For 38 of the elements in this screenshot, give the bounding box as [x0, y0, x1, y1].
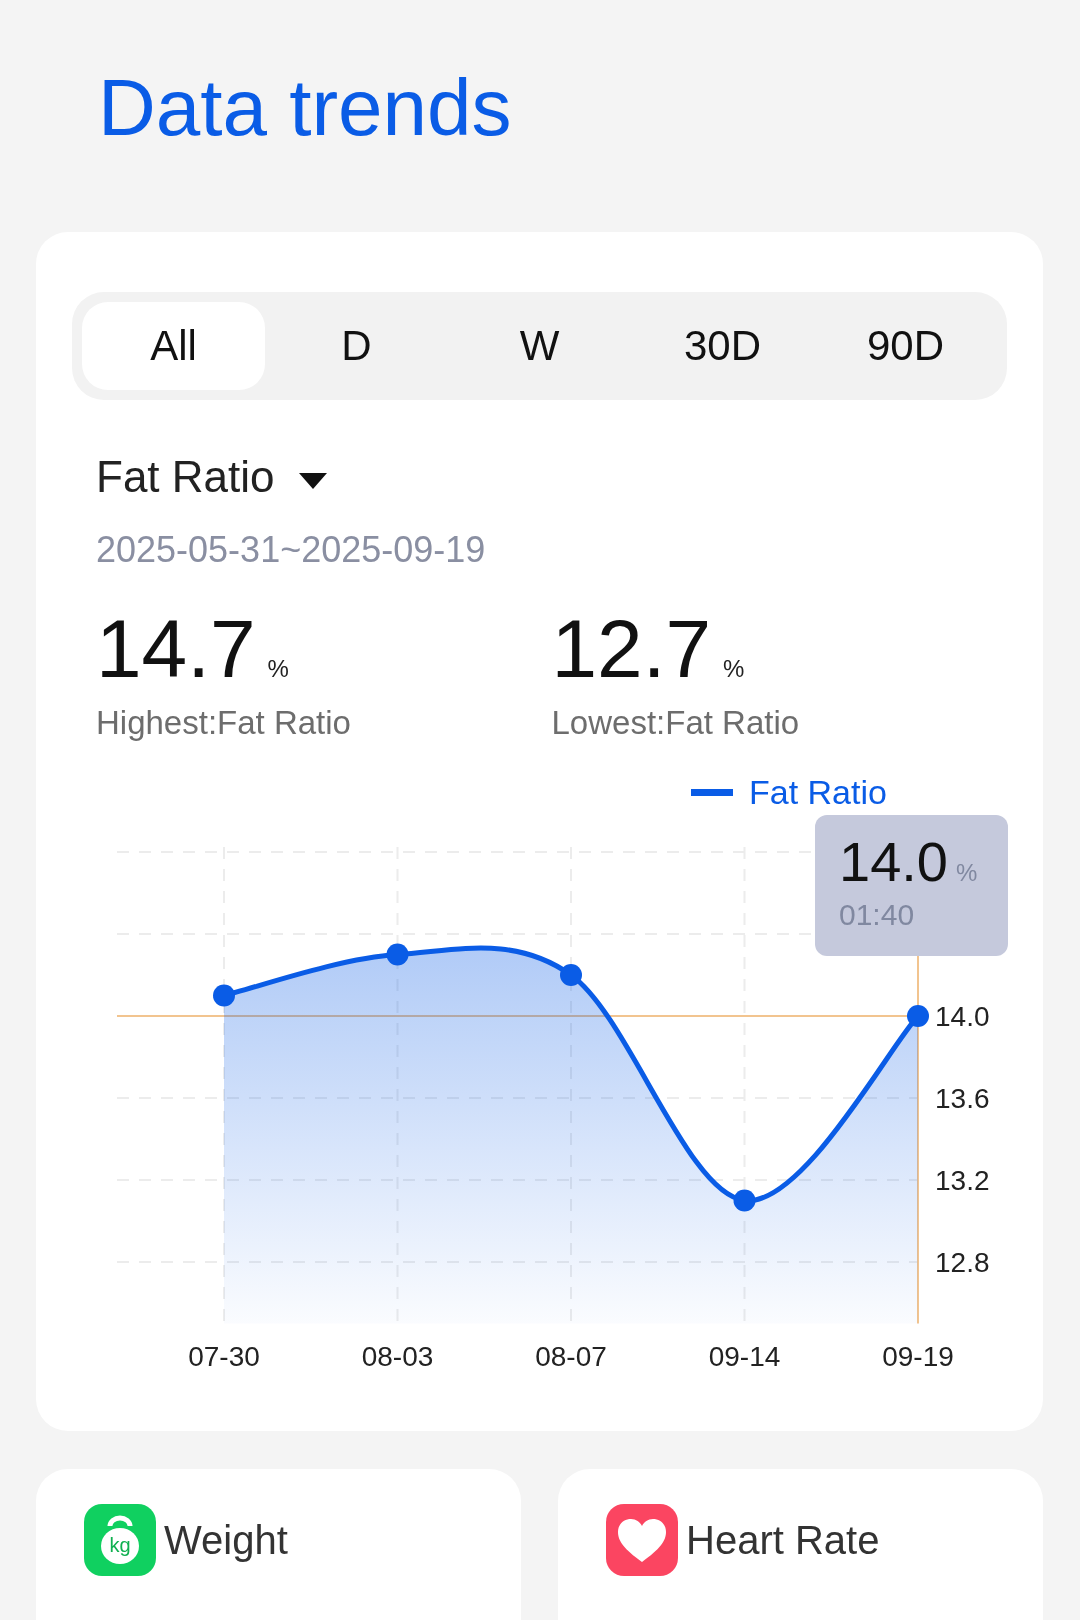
stat-value: 12.7 — [551, 606, 712, 692]
data-point[interactable] — [733, 1189, 756, 1212]
x-tick-label: 08-07 — [535, 1341, 607, 1372]
y-tick-label: 12.8 — [935, 1247, 990, 1278]
stat-unit: % — [267, 655, 289, 683]
x-tick-label: 07-30 — [188, 1341, 260, 1372]
metric-card[interactable]: Heart Rate — [558, 1469, 1043, 1620]
date-range: 2025-05-31~2025-09-19 — [96, 529, 487, 571]
stat-label: Lowest:Fat Ratio — [551, 704, 801, 742]
period-tab[interactable]: 90D — [814, 302, 997, 390]
kettlebell-icon: kg — [84, 1504, 156, 1576]
metric-dropdown[interactable]: Fat Ratio — [96, 452, 327, 502]
caret-icon — [298, 473, 327, 489]
y-tick-label: 14.0 — [935, 1001, 990, 1032]
x-tick-label: 08-03 — [361, 1341, 434, 1372]
x-tick-label: 09-14 — [708, 1341, 781, 1372]
period-tab[interactable]: All — [82, 302, 265, 390]
tooltip-unit: % — [956, 859, 978, 886]
stat-unit: % — [723, 655, 745, 683]
metric-card[interactable]: kg Weight — [36, 1469, 521, 1620]
legend-label: Fat Ratio — [749, 773, 887, 812]
data-point[interactable] — [213, 984, 235, 1007]
y-tick-label: 13.6 — [935, 1083, 990, 1114]
tooltip-time: 01:40 — [839, 898, 916, 932]
x-tick-label: 09-19 — [882, 1341, 954, 1372]
data-point[interactable] — [560, 964, 582, 986]
stat-value: 14.7 — [96, 606, 256, 692]
page-title: Data trends — [97, 62, 513, 154]
card-title: Weight — [164, 1517, 288, 1563]
card-title: Heart Rate — [686, 1517, 880, 1563]
data-point[interactable] — [386, 943, 409, 966]
data-point[interactable] — [907, 1005, 929, 1027]
period-tab[interactable]: W — [448, 302, 631, 390]
stat-label: Highest:Fat Ratio — [96, 704, 352, 742]
tooltip-value: 14.0 — [839, 830, 948, 893]
y-tick-label: 13.2 — [935, 1165, 990, 1196]
period-tab[interactable]: 30D — [631, 302, 814, 390]
period-tab[interactable]: D — [265, 302, 448, 390]
